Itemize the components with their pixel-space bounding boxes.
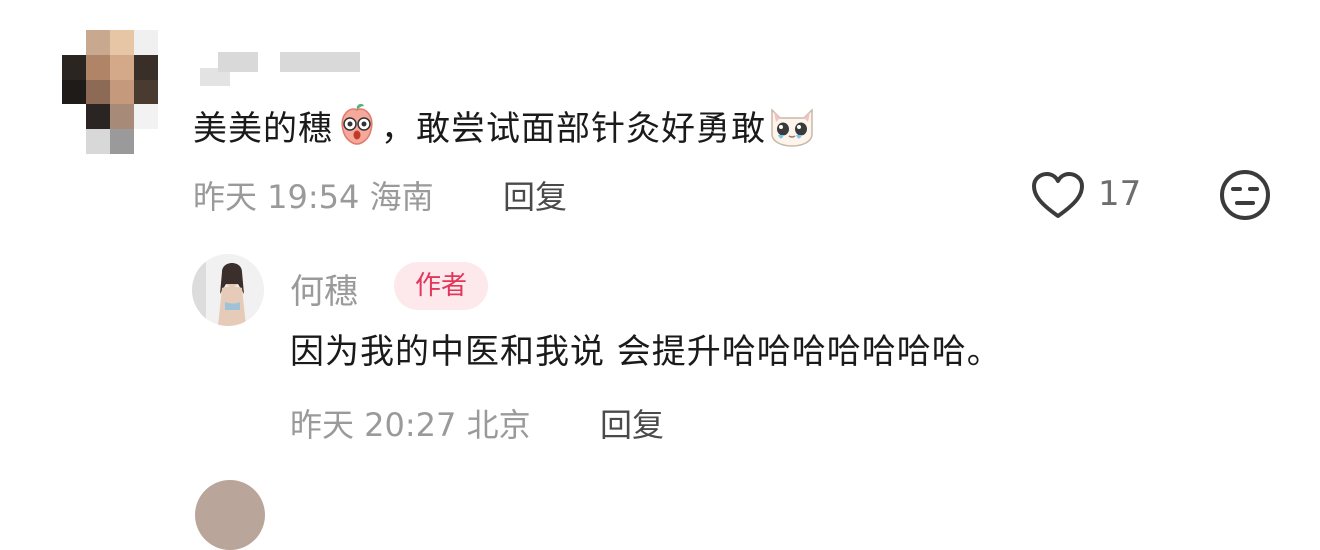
author-badge: 作者	[394, 262, 488, 310]
next-comment-avatar[interactable]	[195, 480, 265, 550]
reply-meta: 昨天 20:27 北京	[290, 400, 531, 446]
reply-text: 因为我的中医和我说 会提升哈哈哈哈哈哈哈。	[290, 332, 1002, 372]
avatar[interactable]	[62, 30, 158, 154]
comment-text-part2: ，敢尝试面部针灸好勇敢	[381, 109, 766, 149]
heart-outline-icon	[1030, 172, 1086, 226]
reply-author-name[interactable]: 何穗	[290, 264, 358, 313]
reply-button[interactable]: 回复	[503, 172, 567, 218]
reply-location: 北京	[466, 406, 531, 444]
comment-time: 昨天 19:54	[193, 178, 360, 216]
username-blur	[280, 52, 360, 72]
like-button[interactable]	[1030, 170, 1086, 222]
like-count: 17	[1098, 174, 1142, 214]
reply-author-avatar[interactable]	[192, 254, 264, 326]
comment-text-part1: 美美的穗	[193, 109, 333, 149]
dislike-button[interactable]	[1218, 168, 1272, 222]
username-blur	[218, 52, 258, 72]
reply-reply-button[interactable]: 回复	[600, 400, 664, 446]
crying-cat-emoji-icon	[766, 100, 818, 161]
comment-meta: 昨天 19:54 海南	[193, 172, 434, 218]
reply-time: 昨天 20:27	[290, 406, 457, 444]
neutral-face-icon	[1218, 170, 1272, 226]
comment-text: 美美的穗 ，敢尝试面部针灸好勇敢	[193, 100, 818, 161]
comment-location: 海南	[369, 178, 434, 216]
surprised-face-emoji-icon	[333, 100, 381, 161]
